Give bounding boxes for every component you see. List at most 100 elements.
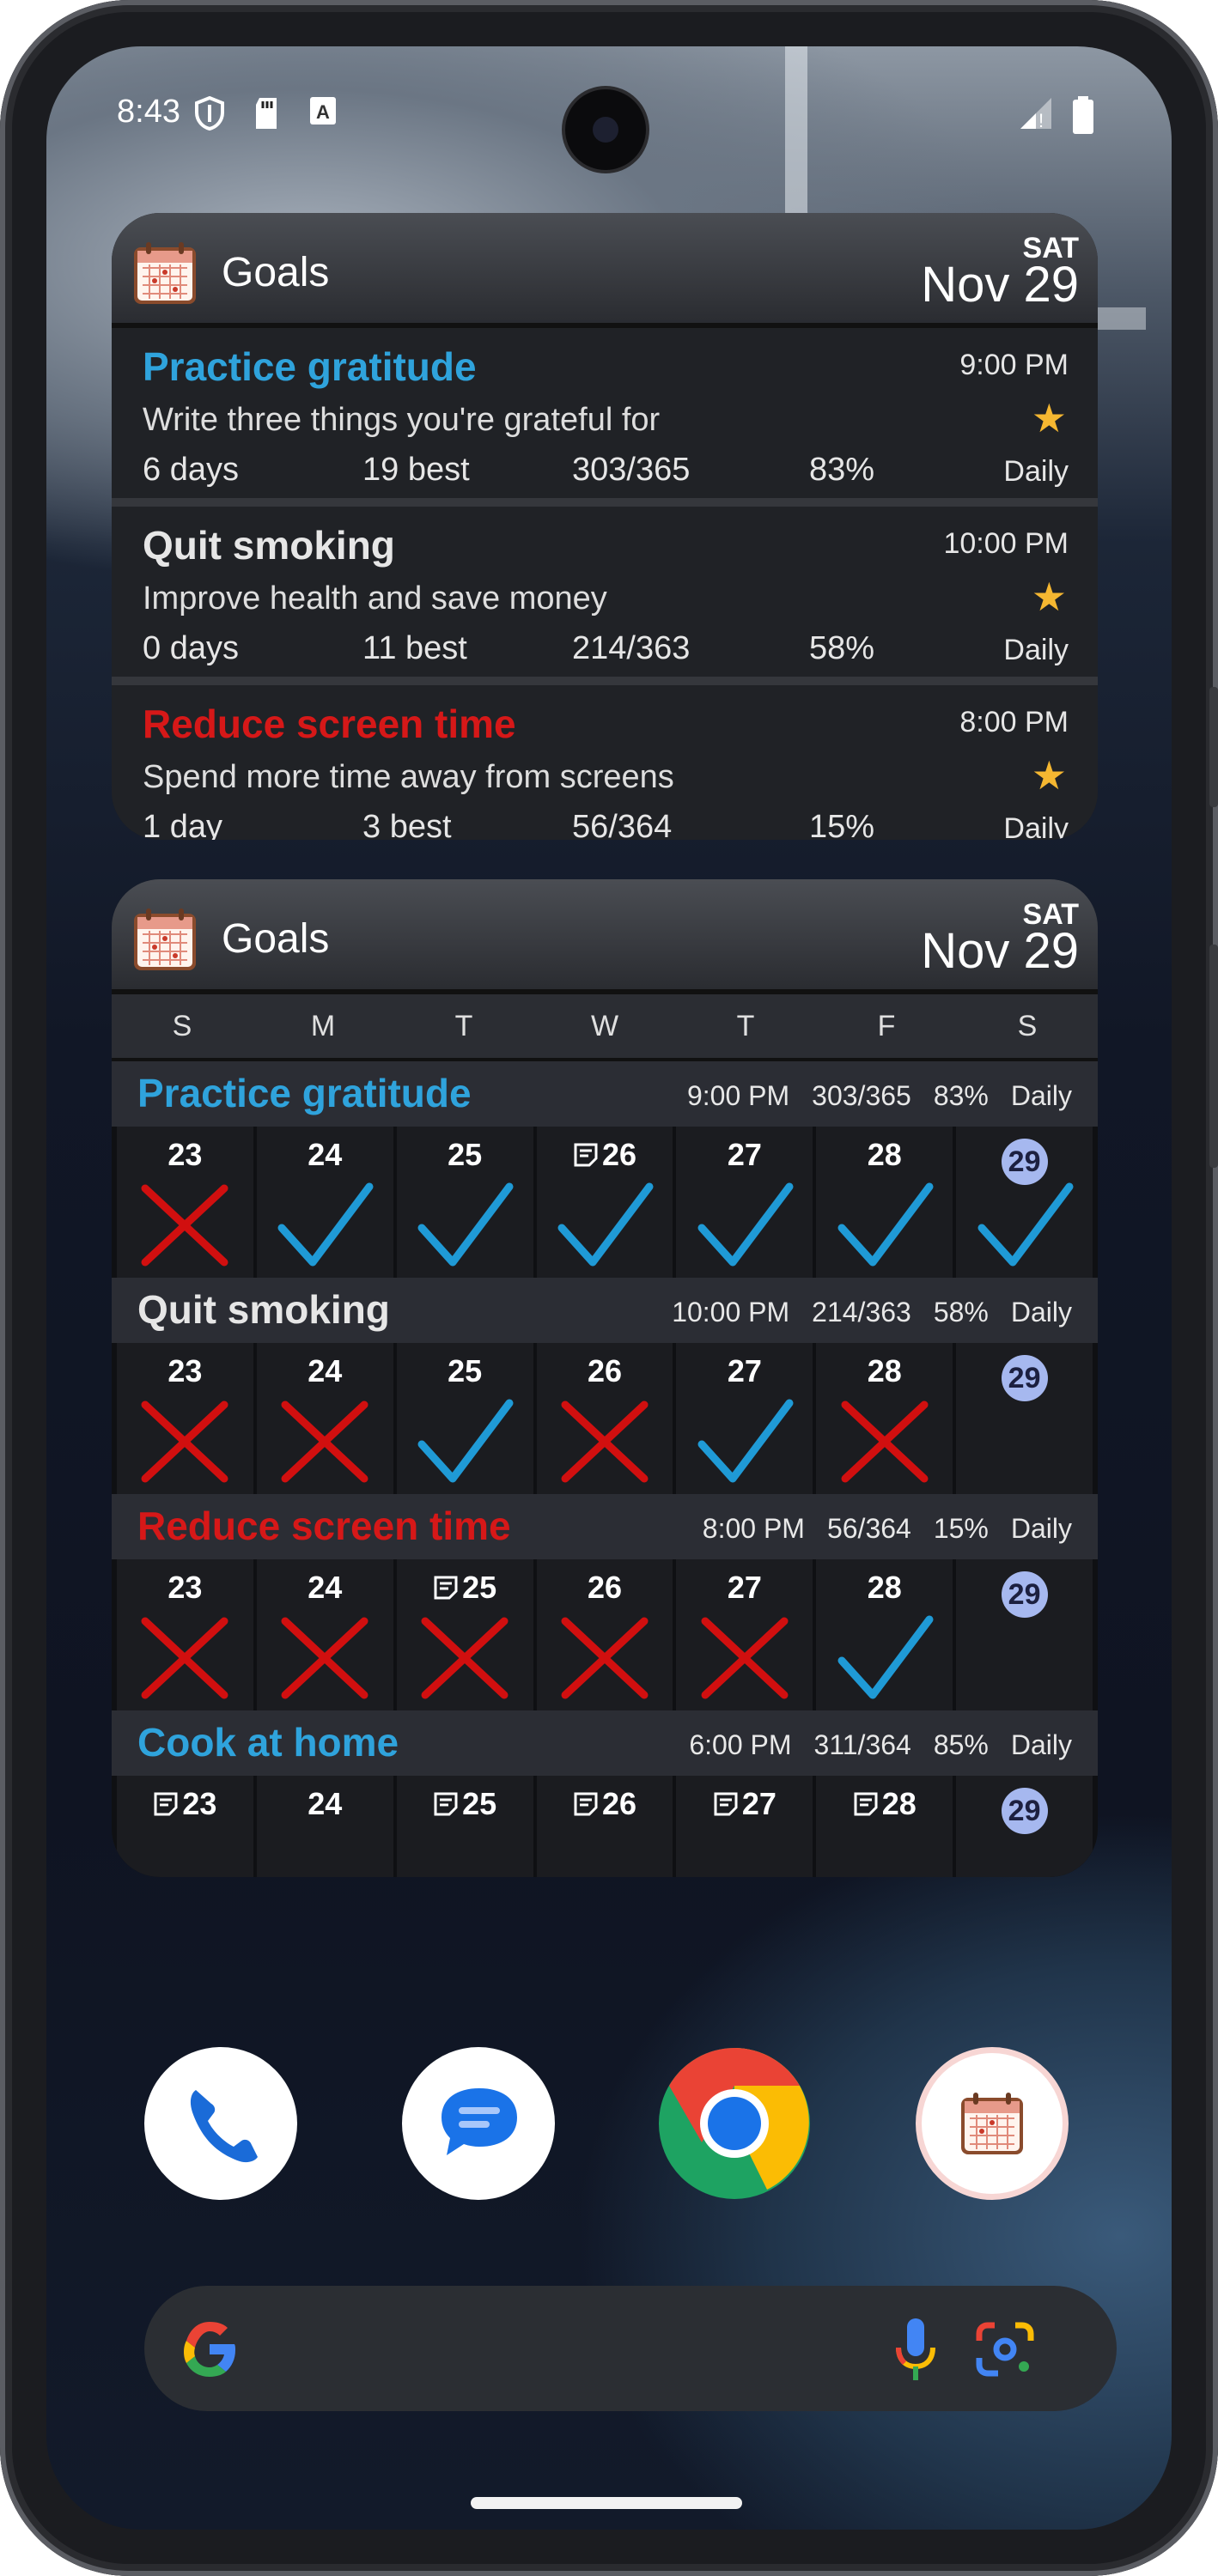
goals-calendar-widget[interactable]: Goals SAT Nov 29 S M T W T F S Practice gratit…: [112, 879, 1098, 1877]
calendar-day-cell[interactable]: 24: [256, 1127, 393, 1278]
calendar-day-cell[interactable]: 25: [396, 1776, 533, 1877]
chrome-app-icon[interactable]: [658, 2047, 811, 2200]
day-number: 27: [727, 1137, 762, 1172]
calendar-day-cell[interactable]: 26: [536, 1127, 673, 1278]
calendar-day-cell[interactable]: 26: [536, 1343, 673, 1494]
calendar-day-cell[interactable]: 27: [676, 1559, 813, 1710]
day-number: 25: [462, 1570, 497, 1605]
calendar-goal-header[interactable]: Practice gratitude 9:00 PM 303/365 83% Daily: [112, 1061, 1098, 1127]
calendar-day-cell[interactable]: 27: [676, 1127, 813, 1278]
home-screen: 8:43 A ! Goals SAT Nov 29 Practice grati…: [46, 46, 1172, 2530]
goal-item[interactable]: Quit smoking 10:00 PM Improve health and s…: [112, 507, 1098, 685]
microphone-icon[interactable]: [890, 2315, 941, 2384]
cross-icon: [841, 1400, 929, 1483]
calendar-day-cell[interactable]: 23: [117, 1343, 253, 1494]
calendar-day-cell[interactable]: 25: [396, 1559, 533, 1710]
goals-list-widget[interactable]: Goals SAT Nov 29 Practice gratitude 9:00 …: [112, 213, 1098, 840]
calendar-day-cell[interactable]: 24: [256, 1776, 393, 1877]
status-time: 8:43: [117, 94, 180, 130]
day-number: 23: [167, 1353, 203, 1388]
calendar-day-cell[interactable]: 25: [396, 1127, 533, 1278]
checkmark-icon: [837, 1182, 934, 1267]
calendar-day-cell[interactable]: 23: [117, 1559, 253, 1710]
google-lens-icon[interactable]: [974, 2320, 1036, 2379]
calendar-day-cell[interactable]: 29: [956, 1559, 1093, 1710]
day-number: 28: [867, 1353, 902, 1388]
google-g-icon: [184, 2322, 235, 2377]
calendar-day-cell[interactable]: 27: [676, 1776, 813, 1877]
calendar-day-cell[interactable]: 25: [396, 1343, 533, 1494]
goal-name: Practice gratitude: [143, 344, 477, 389]
goal-name: Practice gratitude: [137, 1071, 472, 1115]
calendar-day-cell[interactable]: 28: [816, 1127, 953, 1278]
calendar-day-cell[interactable]: 28: [816, 1559, 953, 1710]
weekday-label: T: [454, 1009, 473, 1042]
goal-name: Quit smoking: [137, 1287, 390, 1332]
home-indicator[interactable]: [471, 2497, 742, 2509]
cross-icon: [281, 1400, 368, 1483]
today-badge: 29: [1001, 1571, 1048, 1618]
calendar-week-row: 23 24 25 26 27 28 29: [112, 1776, 1098, 1877]
volume-button: [1209, 687, 1218, 807]
calendar-goal-header[interactable]: Reduce screen time 8:00 PM 56/364 15% Daily: [112, 1494, 1098, 1559]
goal-description: Spend more time away from screens: [143, 759, 674, 795]
calendar-day-cell[interactable]: 23: [117, 1776, 253, 1877]
calendar-goal-header[interactable]: Cook at home 6:00 PM 311/364 85% Daily: [112, 1710, 1098, 1776]
goal-percent: 83%: [933, 1080, 989, 1111]
calendar-goal-header[interactable]: Quit smoking 10:00 PM 214/363 58% Daily: [112, 1278, 1098, 1343]
star-icon[interactable]: ★: [1032, 752, 1067, 799]
status-bar: 8:43 A !: [46, 46, 1172, 175]
goal-percent: 83%: [809, 452, 875, 488]
goal-best: 3 best: [362, 809, 452, 840]
calendar-day-cell[interactable]: 23: [117, 1127, 253, 1278]
goal-name: Cook at home: [137, 1720, 399, 1765]
day-number: 27: [727, 1570, 762, 1605]
goals-app-icon: [134, 242, 196, 304]
goal-item[interactable]: Practice gratitude 9:00 PM Write three thi…: [112, 328, 1098, 507]
google-search-bar[interactable]: [144, 2286, 1117, 2411]
goal-ratio: 303/365: [572, 452, 691, 488]
goal-frequency: Daily: [1010, 1729, 1072, 1760]
goal-item[interactable]: Reduce screen time 8:00 PM Spend more time…: [112, 685, 1098, 840]
weekday-label: M: [310, 1009, 336, 1042]
calendar-day-cell[interactable]: 29: [956, 1776, 1093, 1877]
checkmark-icon: [837, 1615, 934, 1699]
note-icon: [154, 1792, 178, 1816]
day-number: 24: [308, 1786, 343, 1821]
cross-icon: [281, 1617, 368, 1699]
star-icon[interactable]: ★: [1032, 574, 1067, 620]
calendar-day-cell[interactable]: 28: [816, 1776, 953, 1877]
day-number: 28: [881, 1786, 917, 1821]
calendar-day-cell[interactable]: 24: [256, 1343, 393, 1494]
widget-date: Nov 29: [921, 257, 1079, 313]
calendar-day-cell[interactable]: 27: [676, 1343, 813, 1494]
day-number: 25: [448, 1137, 483, 1172]
goal-reminder-time: 8:00 PM: [702, 1513, 805, 1544]
goal-percent: 15%: [809, 809, 875, 840]
note-icon: [714, 1792, 738, 1816]
star-icon[interactable]: ★: [1032, 395, 1067, 441]
calendar-day-cell[interactable]: 28: [816, 1343, 953, 1494]
messages-app-icon[interactable]: [402, 2047, 555, 2200]
calendar-day-cell[interactable]: 29: [956, 1127, 1093, 1278]
day-number: 26: [601, 1786, 637, 1821]
calendar-day-cell[interactable]: 26: [536, 1776, 673, 1877]
day-number: 26: [587, 1353, 623, 1388]
checkmark-icon: [977, 1182, 1074, 1267]
cross-icon: [561, 1617, 649, 1699]
goal-reminder-time: 10:00 PM: [943, 527, 1069, 560]
calendar-day-cell[interactable]: 29: [956, 1343, 1093, 1494]
goal-ratio: 56/364: [826, 1513, 911, 1544]
goals-app-dock-icon[interactable]: [916, 2047, 1069, 2200]
goal-ratio: 311/364: [813, 1729, 911, 1760]
note-icon: [434, 1792, 458, 1816]
day-number: 23: [167, 1570, 203, 1605]
goal-name: Reduce screen time: [137, 1504, 511, 1548]
calendar-week-row: 23 24 25 26 27 28 29: [112, 1127, 1098, 1278]
checkmark-icon: [417, 1182, 514, 1267]
calendar-day-cell[interactable]: 26: [536, 1559, 673, 1710]
goal-streak: 0 days: [143, 630, 239, 666]
calendar-day-cell[interactable]: 24: [256, 1559, 393, 1710]
weekday-label: F: [877, 1009, 896, 1042]
phone-app-icon[interactable]: [144, 2047, 297, 2200]
